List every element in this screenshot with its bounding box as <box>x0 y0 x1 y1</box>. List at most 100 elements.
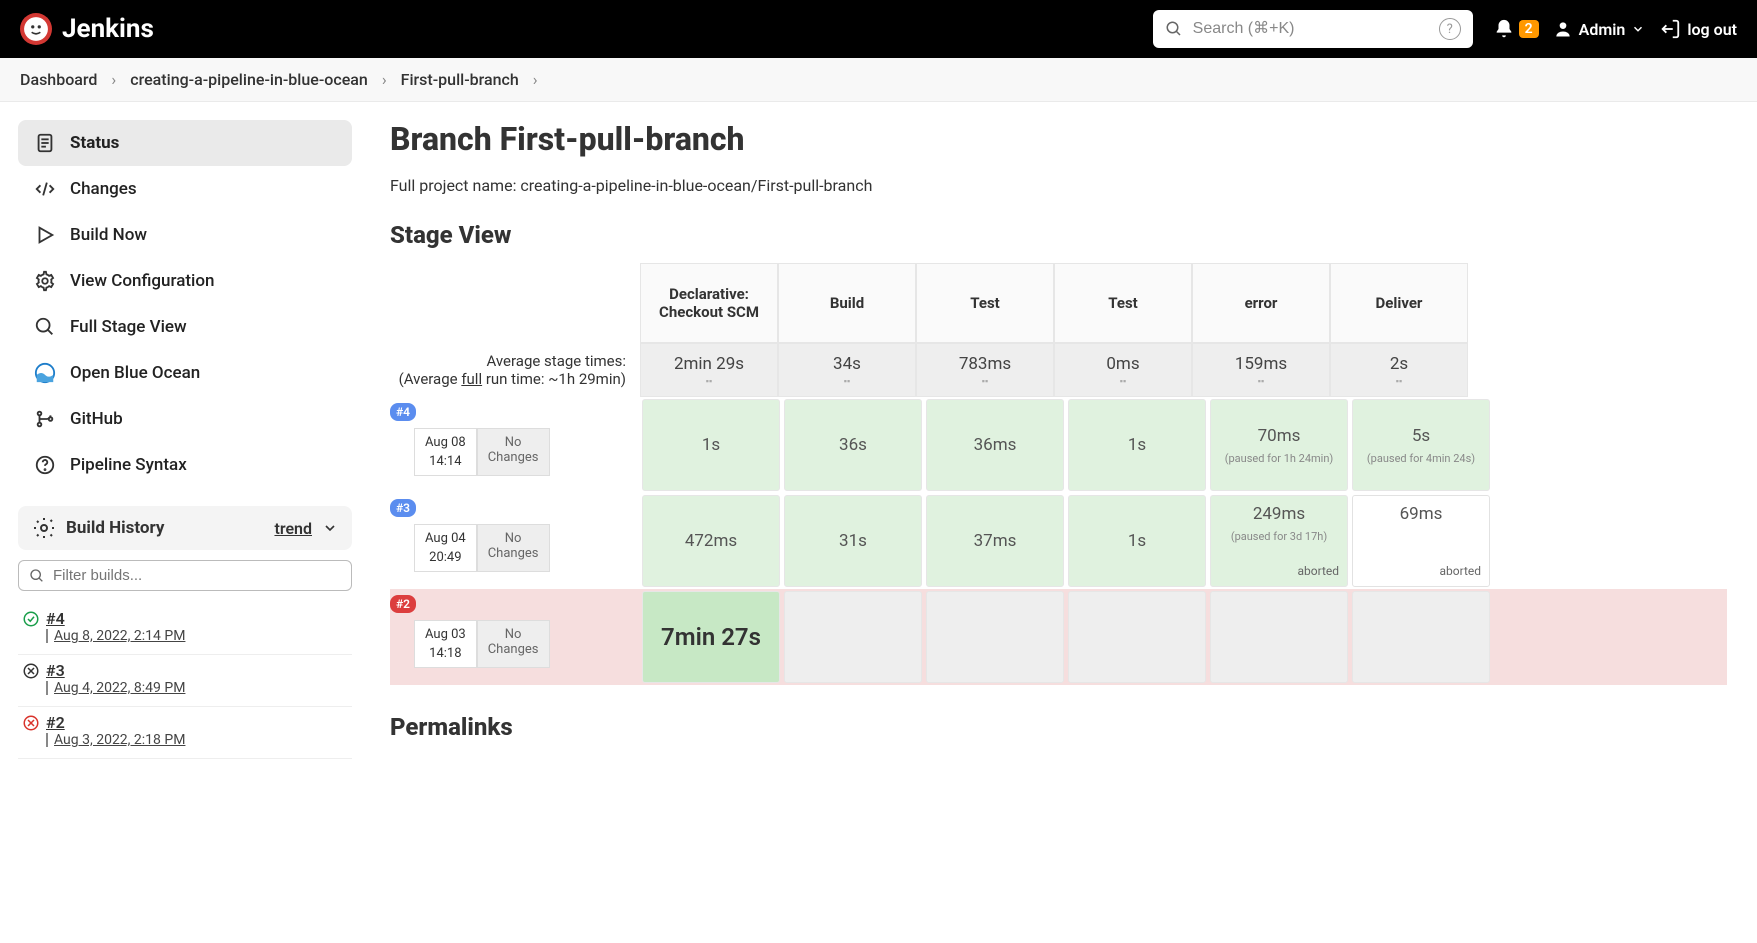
stage-cell[interactable]: 1s <box>1068 495 1206 587</box>
stage-view-heading: Stage View <box>390 221 1727 249</box>
logout-button[interactable]: log out <box>1659 18 1737 40</box>
notification-badge: 2 <box>1519 20 1539 38</box>
sidebar-item-label: Changes <box>70 179 137 199</box>
stage-cell[interactable]: 1s <box>642 399 780 491</box>
permalinks-heading: Permalinks <box>390 713 1727 741</box>
sidebar-item-open-blue-ocean[interactable]: Open Blue Ocean <box>18 350 352 396</box>
chevron-right-icon: › <box>382 70 387 89</box>
user-icon <box>1553 19 1573 39</box>
stage-column-header: Build <box>778 263 916 343</box>
sidebar-item-view-configuration[interactable]: View Configuration <box>18 258 352 304</box>
build-date-link[interactable]: Aug 3, 2022, 2:18 PM <box>54 732 185 748</box>
sidebar-item-label: Status <box>70 133 119 153</box>
gear-icon <box>34 270 56 292</box>
search-icon <box>29 568 45 584</box>
search-help-icon[interactable]: ? <box>1439 18 1461 40</box>
breadcrumb-item[interactable]: First-pull-branch <box>401 70 519 89</box>
filter-builds-box[interactable] <box>18 560 352 591</box>
breadcrumb-item[interactable]: Dashboard <box>20 70 97 89</box>
build-tag[interactable]: #3 <box>390 499 416 517</box>
main-content: Branch First-pull-branch Full project na… <box>370 102 1757 795</box>
stage-cell[interactable]: 7min 27s <box>642 591 780 683</box>
build-date-link[interactable]: Aug 4, 2022, 8:49 PM <box>54 680 185 696</box>
stage-average-cell: 34s▪▪ <box>778 343 916 397</box>
blueocean-icon <box>34 362 56 384</box>
trend-link[interactable]: trend <box>274 519 312 538</box>
build-history-icon <box>32 516 56 540</box>
user-menu[interactable]: Admin <box>1553 19 1646 39</box>
sidebar-item-build-now[interactable]: Build Now <box>18 212 352 258</box>
breadcrumb-item[interactable]: creating-a-pipeline-in-blue-ocean <box>130 70 368 89</box>
jenkins-logo-icon <box>20 13 52 45</box>
build-changes-box: NoChanges <box>477 524 550 572</box>
stage-cell[interactable]: 1s <box>1068 399 1206 491</box>
chevron-right-icon: › <box>533 70 538 89</box>
sidebar-item-status[interactable]: Status <box>18 120 352 166</box>
build-icon <box>34 224 56 246</box>
sidebar-item-github[interactable]: GitHub <box>18 396 352 442</box>
stage-cell[interactable]: 249ms(paused for 3d 17h)aborted <box>1210 495 1348 587</box>
stage-cell[interactable]: 37ms <box>926 495 1064 587</box>
build-history-title: Build History <box>66 518 264 538</box>
stage-cell[interactable]: 31s <box>784 495 922 587</box>
sidebar-item-changes[interactable]: Changes <box>18 166 352 212</box>
stage-cell[interactable] <box>1210 591 1348 683</box>
chevron-down-icon[interactable] <box>322 520 338 536</box>
stage-column-header: Deliver <box>1330 263 1468 343</box>
stage-cell[interactable]: 69msaborted <box>1352 495 1490 587</box>
sidebar-item-label: Pipeline Syntax <box>70 455 187 475</box>
build-tag[interactable]: #2 <box>390 595 416 613</box>
logout-icon <box>1659 18 1681 40</box>
stage-cell[interactable]: 36s <box>784 399 922 491</box>
stage-column-header: Test <box>916 263 1054 343</box>
build-status-aborted-icon <box>22 662 40 680</box>
sidebar-item-label: GitHub <box>70 409 123 429</box>
build-tag[interactable]: #4 <box>390 403 416 421</box>
search-input[interactable] <box>1193 20 1429 38</box>
build-history-header: Build History trend <box>18 506 352 550</box>
stage-cell[interactable] <box>1068 591 1206 683</box>
chevron-right-icon: › <box>111 70 116 89</box>
global-search[interactable]: ? <box>1153 10 1473 48</box>
stage-cell[interactable] <box>926 591 1064 683</box>
filter-builds-input[interactable] <box>53 567 341 584</box>
build-history-item[interactable]: #4 Aug 8, 2022, 2:14 PM <box>18 603 352 655</box>
stage-cell[interactable]: 70ms(paused for 1h 24min) <box>1210 399 1348 491</box>
notifications-button[interactable]: 2 <box>1493 18 1539 40</box>
build-number-link[interactable]: #2 <box>46 713 65 732</box>
brand-logo[interactable]: Jenkins <box>20 13 154 45</box>
build-date-box: Aug 0314:18 <box>414 620 477 668</box>
help-icon <box>34 454 56 476</box>
build-date-box: Aug 0814:14 <box>414 428 477 476</box>
changes-icon <box>34 178 56 200</box>
user-name: Admin <box>1579 20 1626 39</box>
search-icon <box>34 316 56 338</box>
stage-cell[interactable]: 472ms <box>642 495 780 587</box>
build-history-item[interactable]: #2 Aug 3, 2022, 2:18 PM <box>18 707 352 759</box>
logout-label: log out <box>1687 20 1737 39</box>
build-number-link[interactable]: #3 <box>46 661 65 680</box>
build-status-failed-icon <box>22 714 40 732</box>
stage-build-row: #2 Aug 0314:18 NoChanges 7min 27s <box>390 589 1727 685</box>
stage-view-table: Declarative: Checkout SCMBuildTestTester… <box>390 263 1727 685</box>
build-history-item[interactable]: #3 Aug 4, 2022, 8:49 PM <box>18 655 352 707</box>
build-status-success-icon <box>22 610 40 628</box>
sidebar-item-full-stage-view[interactable]: Full Stage View <box>18 304 352 350</box>
github-icon <box>34 408 56 430</box>
stage-cell[interactable]: 36ms <box>926 399 1064 491</box>
build-date-box: Aug 0420:49 <box>414 524 477 572</box>
stage-cell[interactable] <box>784 591 922 683</box>
build-date-link[interactable]: Aug 8, 2022, 2:14 PM <box>54 628 185 644</box>
stage-cell[interactable] <box>1352 591 1490 683</box>
stage-build-row: #3 Aug 0420:49 NoChanges 472ms31s37ms1s2… <box>390 493 1727 589</box>
stage-cell[interactable]: 5s(paused for 4min 24s) <box>1352 399 1490 491</box>
bell-icon <box>1493 18 1515 40</box>
stage-average-cell: 0ms▪▪ <box>1054 343 1192 397</box>
stage-column-header: Test <box>1054 263 1192 343</box>
stage-column-header: Declarative: Checkout SCM <box>640 263 778 343</box>
full-project-name: Full project name: creating-a-pipeline-i… <box>390 176 1727 195</box>
sidebar-item-pipeline-syntax[interactable]: Pipeline Syntax <box>18 442 352 488</box>
stage-average-cell: 2min 29s▪▪ <box>640 343 778 397</box>
stage-column-header: error <box>1192 263 1330 343</box>
build-number-link[interactable]: #4 <box>46 609 65 628</box>
